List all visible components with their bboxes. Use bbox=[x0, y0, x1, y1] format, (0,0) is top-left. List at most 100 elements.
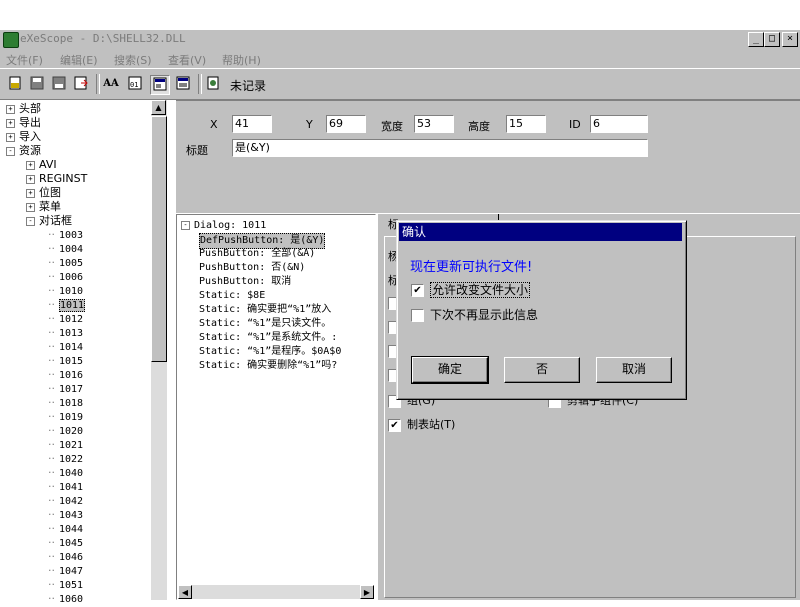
dialog-control-item[interactable]: Static: 确实要把“%1”放入 bbox=[199, 303, 331, 317]
tree-item-label: 1020 bbox=[59, 426, 84, 437]
expand-icon[interactable]: + bbox=[6, 118, 15, 128]
tree-item-dialog-id[interactable]: ·· 1040 bbox=[48, 466, 83, 480]
tree-item-dialog-id[interactable]: ·· 1017 bbox=[48, 382, 83, 396]
dialog-control-item[interactable]: PushButton: 全部(&A) bbox=[199, 247, 315, 261]
tree-item-dialog-id[interactable]: ·· 1060 bbox=[48, 592, 83, 606]
expand-icon[interactable]: + bbox=[26, 188, 35, 198]
cancel-button[interactable]: 取消 bbox=[596, 357, 672, 383]
tree-item-avi[interactable]: + AVI bbox=[26, 158, 57, 172]
x-field[interactable]: 41 bbox=[232, 115, 272, 133]
checkmark-icon[interactable]: ✔ bbox=[411, 284, 424, 297]
menu-help[interactable]: 帮助(H) bbox=[222, 52, 261, 68]
tree-item-dialog-id[interactable]: ·· 1015 bbox=[48, 354, 83, 368]
id-field[interactable]: 6 bbox=[590, 115, 648, 133]
tree-item-reginst[interactable]: + REGINST bbox=[26, 172, 87, 186]
dialog-control-item[interactable]: Static: “%1”是程序。$0A$0 bbox=[199, 345, 341, 359]
tree-item-resources[interactable]: - 资源 bbox=[6, 144, 41, 158]
window-view-icon[interactable] bbox=[174, 75, 192, 93]
close-button[interactable]: × bbox=[782, 32, 798, 47]
expand-icon[interactable]: + bbox=[26, 160, 35, 170]
dialog-control-item[interactable]: Static: “%1”是只读文件。 bbox=[199, 317, 331, 331]
tab-stop-checkbox[interactable]: ✔ 制表站(T) bbox=[388, 416, 455, 432]
tree-item-dialog-id[interactable]: ·· 1018 bbox=[48, 396, 83, 410]
caption-field[interactable]: 是(&Y) bbox=[232, 139, 648, 157]
ok-button[interactable]: 确定 bbox=[411, 356, 489, 384]
tree-item-dialog[interactable]: - 对话框 bbox=[26, 214, 72, 228]
tree-item-dialog-id[interactable]: ·· 1011 bbox=[48, 298, 86, 312]
tree-connector: ·· bbox=[48, 396, 55, 409]
dialog-control-item[interactable]: Static: “%1”是系统文件。: bbox=[199, 331, 337, 345]
tree-item-dialog-id[interactable]: ·· 1003 bbox=[48, 228, 83, 242]
height-label: 高度 bbox=[468, 120, 490, 133]
y-field[interactable]: 69 bbox=[326, 115, 366, 133]
tree-item-dialog-id[interactable]: ·· 1047 bbox=[48, 564, 83, 578]
tree-item-dialog-id[interactable]: ·· 1042 bbox=[48, 494, 83, 508]
maximize-button[interactable]: □ bbox=[764, 32, 780, 47]
tree-item-dialog-id[interactable]: ·· 1021 bbox=[48, 438, 83, 452]
tree-item-dialog-id[interactable]: ·· 1005 bbox=[48, 256, 83, 270]
record-icon[interactable] bbox=[204, 75, 222, 93]
font-icon[interactable]: AA bbox=[102, 75, 120, 93]
tree-item-dialog-id[interactable]: ·· 1014 bbox=[48, 340, 83, 354]
menu-view[interactable]: 查看(V) bbox=[168, 52, 206, 68]
expand-icon[interactable]: + bbox=[6, 132, 15, 142]
dialog-control-item[interactable]: Static: $8E bbox=[199, 289, 265, 303]
minimize-button[interactable]: _ bbox=[748, 32, 764, 47]
tree-item-dialog-id[interactable]: ·· 1020 bbox=[48, 424, 83, 438]
scroll-right-icon[interactable]: ▶ bbox=[360, 585, 374, 599]
tree-item-dialog-id[interactable]: ·· 1051 bbox=[48, 578, 83, 592]
tree-item-exports[interactable]: + 导出 bbox=[6, 116, 41, 130]
tree-item-dialog-id[interactable]: ·· 1013 bbox=[48, 326, 83, 340]
tree-item-dialog-id[interactable]: ·· 1046 bbox=[48, 550, 83, 564]
menu-search[interactable]: 搜索(S) bbox=[114, 52, 152, 68]
tree-item-label: 1010 bbox=[59, 286, 84, 297]
collapse-icon[interactable]: - bbox=[26, 216, 35, 226]
expand-icon[interactable]: + bbox=[6, 104, 15, 114]
open-icon[interactable] bbox=[6, 75, 24, 93]
tree-item-bitmap[interactable]: + 位图 bbox=[26, 186, 61, 200]
collapse-icon[interactable]: - bbox=[181, 220, 190, 230]
dialog-root[interactable]: - Dialog: 1011 bbox=[181, 219, 266, 233]
tree-scrollbar[interactable]: ▲ bbox=[151, 100, 167, 600]
tree-item-dialog-id[interactable]: ·· 1043 bbox=[48, 508, 83, 522]
width-field[interactable]: 53 bbox=[414, 115, 454, 133]
dialog-view-icon[interactable] bbox=[150, 75, 170, 95]
tree-item-imports[interactable]: + 导入 bbox=[6, 130, 41, 144]
save-icon[interactable] bbox=[28, 75, 46, 93]
checkmark-icon[interactable]: ✔ bbox=[388, 418, 401, 432]
tree-item-menu[interactable]: + 菜单 bbox=[26, 200, 61, 214]
toolbar: AA 01 未记录 bbox=[0, 68, 800, 100]
dialog-control-item[interactable]: Static: 确实要删除“%1”吗? bbox=[199, 359, 337, 373]
tree-item-dialog-id[interactable]: ·· 1044 bbox=[48, 522, 83, 536]
scroll-left-icon[interactable]: ◀ bbox=[178, 585, 192, 599]
tree-item-dialog-id[interactable]: ·· 1012 bbox=[48, 312, 83, 326]
export-icon[interactable] bbox=[72, 75, 90, 93]
checkbox-icon[interactable] bbox=[411, 309, 424, 322]
tree-item-dialog-id[interactable]: ·· 1041 bbox=[48, 480, 83, 494]
scroll-thumb[interactable] bbox=[151, 116, 167, 362]
dialog-tree-hscroll[interactable]: ◀ ▶ bbox=[178, 585, 374, 599]
expand-icon[interactable]: + bbox=[26, 202, 35, 212]
no-button[interactable]: 否 bbox=[504, 357, 580, 383]
tree-item-dialog-id[interactable]: ·· 1010 bbox=[48, 284, 83, 298]
tree-item-dialog-id[interactable]: ·· 1019 bbox=[48, 410, 83, 424]
collapse-icon[interactable]: - bbox=[6, 146, 15, 156]
save-as-icon[interactable] bbox=[50, 75, 68, 93]
menu-edit[interactable]: 编辑(E) bbox=[60, 52, 98, 68]
binary-view-icon[interactable]: 01 bbox=[126, 75, 144, 93]
dialog-control-item[interactable]: PushButton: 取消 bbox=[199, 275, 291, 289]
tree-item-dialog-id[interactable]: ·· 1006 bbox=[48, 270, 83, 284]
tree-item-dialog-id[interactable]: ·· 1045 bbox=[48, 536, 83, 550]
dont-show-again-checkbox[interactable]: 下次不再显示此信息 bbox=[411, 306, 538, 323]
tree-item-dialog-id[interactable]: ·· 1016 bbox=[48, 368, 83, 382]
allow-resize-checkbox[interactable]: ✔ 允许改变文件大小 bbox=[411, 281, 531, 298]
expand-icon[interactable]: + bbox=[26, 174, 35, 184]
tree-item-header[interactable]: + 头部 bbox=[6, 102, 41, 116]
tree-item-dialog-id[interactable]: ·· 1022 bbox=[48, 452, 83, 466]
menu-file[interactable]: 文件(F) bbox=[6, 52, 43, 68]
tree-item-label: 1043 bbox=[59, 510, 84, 521]
height-field[interactable]: 15 bbox=[506, 115, 546, 133]
dialog-control-item[interactable]: PushButton: 否(&N) bbox=[199, 261, 305, 275]
scroll-up-icon[interactable]: ▲ bbox=[151, 100, 166, 115]
tree-item-dialog-id[interactable]: ·· 1004 bbox=[48, 242, 83, 256]
